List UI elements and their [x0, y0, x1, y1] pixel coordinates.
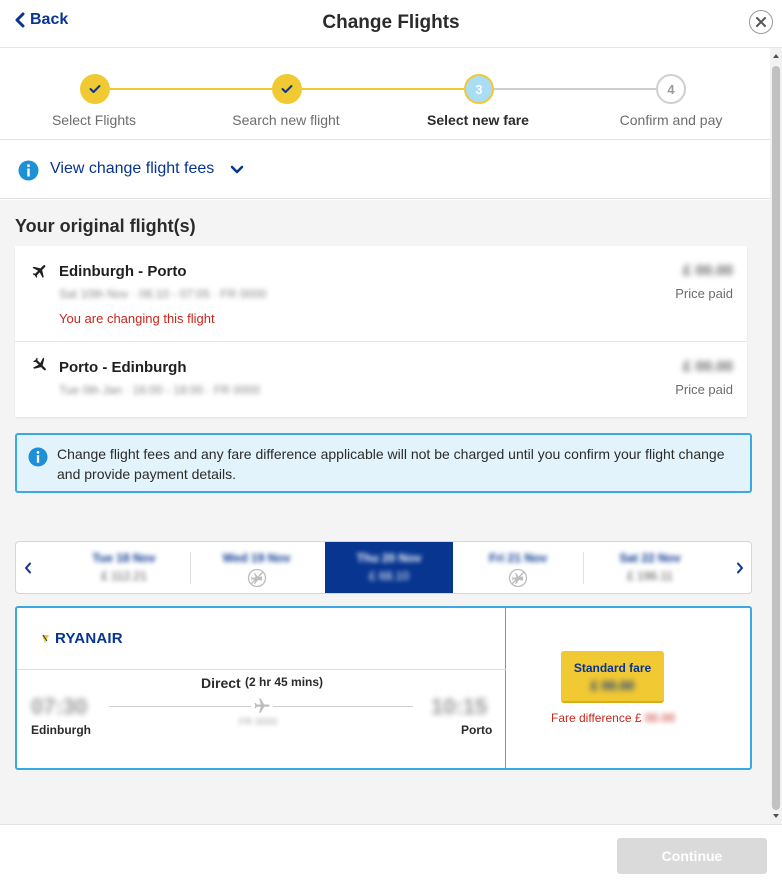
close-button[interactable] — [749, 10, 773, 34]
chevron-left-icon — [25, 562, 31, 573]
change-fees-toggle[interactable]: View change flight fees — [0, 141, 770, 199]
next-dates-button[interactable] — [728, 542, 751, 593]
no-flights-icon — [247, 568, 266, 588]
chevron-down-icon — [230, 165, 244, 174]
flight-price-paid: £ 00.00 — [682, 262, 733, 279]
date-label: Tue 18 Nov — [92, 551, 156, 565]
step-connector — [494, 88, 656, 90]
flight-option-details: RYANAIR Direct (2 hr 45 mins) 07:30 10:1… — [17, 608, 506, 768]
original-flight-row: Porto - Edinburgh Tue 0th Jan · 16:00 - … — [15, 342, 747, 417]
payment-info-text: Change flight fees and any fare differen… — [57, 446, 725, 482]
airline-header: RYANAIR — [17, 608, 506, 670]
info-icon — [28, 447, 48, 467]
fare-difference: Fare difference £ 00.00 — [551, 711, 675, 725]
date-price: £ 112.21 — [101, 569, 147, 583]
departure-time: 07:30 — [31, 694, 88, 719]
change-flights-page: Back Change Flights 3 4 Select Flights S… — [0, 0, 782, 887]
payment-info-notice: Change flight fees and any fare differen… — [15, 433, 752, 493]
scroll-up-arrow-icon[interactable] — [773, 54, 779, 58]
date-label: Sat 22 Nov — [619, 551, 681, 565]
flight-number: FR 0000 — [239, 717, 278, 728]
date-option[interactable]: Sat 22 Nov £ 196.11 — [584, 542, 716, 593]
changing-flight-note: You are changing this flight — [59, 311, 215, 326]
origin-airport: Edinburgh — [31, 723, 91, 737]
no-flights-icon — [508, 568, 528, 588]
date-label: Fri 21 Nov — [488, 551, 548, 565]
destination-airport: Porto — [461, 723, 493, 737]
direct-label: Direct — [201, 675, 241, 691]
original-flights-card: Edinburgh - Porto Sat 10th Nov · 06:10 -… — [15, 246, 747, 417]
harp-icon — [42, 634, 49, 643]
step-label: Select Flights — [51, 112, 137, 128]
flight-route: Edinburgh - Porto — [59, 263, 187, 280]
step-3-number: 3 — [464, 74, 494, 104]
checkmark-icon — [89, 85, 101, 93]
fare-name: Standard fare — [573, 661, 652, 675]
plane-icon — [251, 696, 273, 716]
flight-details: Sat 10th Nov · 06:10 - 07:05 · FR 0000 — [59, 287, 267, 301]
info-icon — [18, 160, 39, 181]
date-label: Thu 20 Nov — [356, 551, 422, 565]
airline-name: RYANAIR — [55, 630, 123, 647]
standard-fare-button[interactable]: Standard fare £ 00.00 — [561, 651, 664, 703]
date-price: £ 68.10 — [368, 569, 410, 583]
page-title: Change Flights — [322, 12, 460, 33]
continue-button[interactable]: Continue — [617, 838, 767, 874]
plane-return-icon — [33, 357, 46, 371]
step-4-number: 4 — [656, 74, 686, 104]
top-bar: Back Change Flights — [0, 0, 782, 48]
price-paid-label: Price paid — [675, 382, 733, 397]
step-1-done-icon — [80, 74, 110, 104]
date-option-selected[interactable]: Thu 20 Nov £ 68.10 — [325, 542, 453, 593]
fare-difference-value: 00.00 — [644, 711, 675, 725]
step-label: Confirm and pay — [619, 112, 723, 128]
date-option[interactable]: Tue 18 Nov £ 112.21 — [59, 542, 189, 593]
scroll-down-arrow-icon[interactable] — [773, 814, 779, 818]
step-2-done-icon — [272, 74, 302, 104]
flight-duration: (2 hr 45 mins) — [245, 675, 324, 689]
date-option[interactable]: Wed 19 Nov — [191, 542, 322, 593]
fare-price: £ 00.00 — [590, 678, 635, 693]
ryanair-logo: RYANAIR — [41, 630, 123, 647]
close-icon — [756, 17, 766, 27]
scrollbar[interactable] — [770, 48, 782, 824]
scrollbar-thumb[interactable] — [772, 66, 780, 810]
change-fees-label: View change flight fees — [50, 160, 215, 177]
step-connector — [110, 88, 272, 90]
step-connector — [302, 88, 464, 90]
prev-dates-button[interactable] — [16, 542, 40, 593]
checkmark-icon — [281, 85, 293, 93]
plane-departure-icon — [32, 265, 46, 278]
chevron-right-icon — [737, 562, 743, 573]
progress-stepper: 3 4 Select Flights Search new flight Sel… — [0, 48, 770, 140]
footer-bar: Continue — [0, 824, 782, 887]
step-label-active: Select new fare — [427, 112, 529, 128]
fare-difference-label: Fare difference £ — [551, 711, 642, 725]
price-paid-label: Price paid — [675, 286, 733, 301]
original-flight-row: Edinburgh - Porto Sat 10th Nov · 06:10 -… — [15, 246, 747, 341]
date-label: Wed 19 Nov — [222, 551, 291, 565]
date-option[interactable]: Fri 21 Nov — [454, 542, 582, 593]
arrival-time: 10:15 — [431, 694, 488, 719]
step-label: Search new flight — [232, 112, 340, 128]
date-price: £ 196.11 — [627, 569, 673, 583]
flight-price-paid: £ 00.00 — [682, 358, 733, 375]
flight-route: Porto - Edinburgh — [59, 359, 187, 376]
original-flights-title: Your original flight(s) — [15, 216, 196, 236]
date-carousel: Tue 18 Nov £ 112.21 Wed 19 Nov Thu 20 No… — [15, 541, 752, 594]
flight-details: Tue 0th Jan · 16:00 - 18:00 · FR 0000 — [59, 383, 261, 397]
